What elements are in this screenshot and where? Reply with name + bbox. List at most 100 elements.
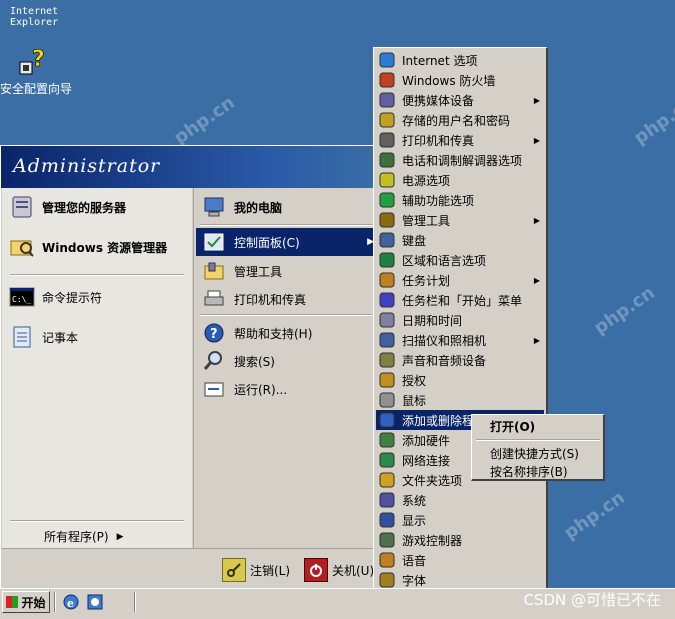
start-button[interactable]: 开始 (2, 591, 50, 613)
control-panel-entry-label: 鼠标 (402, 393, 427, 408)
add-remove-icon (378, 412, 396, 428)
context-open[interactable]: 打开(O) (490, 418, 535, 435)
display-icon (378, 512, 396, 528)
key-icon (222, 558, 246, 582)
control-panel-entry[interactable]: 打印机和传真 ▶ (376, 130, 544, 150)
control-panel-entry-label: 语音 (402, 553, 427, 568)
mouse-icon (378, 392, 396, 408)
logoff-button[interactable]: 注销(L) (222, 558, 290, 582)
taskbar-divider (54, 592, 56, 612)
control-panel-entry[interactable]: 管理工具 ▶ (376, 210, 544, 230)
control-panel-entry[interactable]: 键盘 (376, 230, 544, 250)
windows-logo-icon (6, 596, 19, 608)
control-panel-entry[interactable]: 语音 (376, 550, 544, 570)
control-panel-entry-label: 显示 (402, 513, 427, 528)
control-panel-entry[interactable]: 字体 (376, 570, 544, 590)
control-panel-entry-label: 添加或删除程 (402, 413, 475, 428)
taskbar-divider (134, 592, 136, 612)
admin-tools-icon (378, 212, 396, 228)
printers-item[interactable]: 打印机和传真 (200, 286, 306, 312)
all-programs-item[interactable]: 所有程序(P) ▶ (44, 528, 124, 545)
control-panel-entry[interactable]: 声音和音频设备 (376, 350, 544, 370)
explorer-quicklaunch-icon[interactable] (86, 593, 104, 611)
accessibility-icon (378, 192, 396, 208)
notepad-item[interactable]: 记事本 (8, 324, 78, 350)
phone-icon (378, 152, 396, 168)
submenu-arrow-icon: ▶ (533, 95, 540, 105)
explorer-icon (8, 234, 36, 260)
control-panel-entry-label: 管理工具 (402, 213, 451, 228)
security-wizard-icon[interactable]: ? (18, 47, 46, 78)
cmd-item[interactable]: C:\_ 命令提示符 (8, 284, 102, 310)
svg-text:?: ? (210, 327, 218, 342)
font-icon (378, 572, 396, 588)
control-panel-entry-label: 区域和语言选项 (402, 253, 487, 268)
watermark: php.cn (590, 282, 659, 339)
firewall-icon (378, 72, 396, 88)
control-panel-entry[interactable]: 任务计划 ▶ (376, 270, 544, 290)
control-panel-entry-label: 游戏控制器 (402, 533, 463, 548)
control-panel-item[interactable]: 控制面板(C) ▶ (196, 228, 382, 256)
control-panel-entry[interactable]: 便携媒体设备 ▶ (376, 90, 544, 110)
ie-desktop-label[interactable]: Internet Explorer (10, 6, 58, 28)
control-panel-entry[interactable]: Windows 防火墙 (376, 70, 544, 90)
gamepad-icon (378, 532, 396, 548)
control-panel-entry[interactable]: 鼠标 (376, 390, 544, 410)
arrow-right-icon: ▶ (116, 531, 124, 542)
separator (10, 274, 184, 276)
control-panel-entry[interactable]: 游戏控制器 (376, 530, 544, 550)
notepad-icon (8, 324, 36, 350)
cmd-icon: C:\_ (8, 284, 36, 310)
server-icon (8, 194, 36, 220)
control-panel-entry[interactable]: 授权 (376, 370, 544, 390)
svg-text:e: e (67, 597, 74, 610)
license-icon (378, 372, 396, 388)
start-label: 开始 (21, 595, 46, 610)
control-panel-entry[interactable]: 区域和语言选项 (376, 250, 544, 270)
computer-icon (200, 194, 228, 220)
submenu-arrow-icon: ▶ (533, 335, 540, 345)
security-wizard-label[interactable]: 安全配置向导 (0, 80, 72, 97)
control-panel-entry[interactable]: 存储的用户名和密码 (376, 110, 544, 130)
key-icon (378, 112, 396, 128)
scheduled-tasks-icon (378, 272, 396, 288)
system-icon (378, 492, 396, 508)
help-label: 帮助和支持(H) (234, 326, 313, 341)
control-panel-entry[interactable]: 任务栏和「开始」菜单 (376, 290, 544, 310)
control-panel-entry[interactable]: Internet 选项 (376, 50, 544, 70)
submenu-arrow-icon: ▶ (533, 275, 540, 285)
admin-tools-item[interactable]: 管理工具 (200, 258, 282, 284)
control-panel-entry[interactable]: 辅助功能选项 (376, 190, 544, 210)
power-icon (304, 558, 328, 582)
my-computer-item[interactable]: 我的电脑 (200, 194, 282, 220)
control-panel-entry[interactable]: 显示 (376, 510, 544, 530)
control-panel-entry[interactable]: 电话和调制解调器选项 (376, 150, 544, 170)
control-panel-entry-label: 任务栏和「开始」菜单 (402, 293, 523, 308)
context-create-shortcut[interactable]: 创建快捷方式(S) (490, 445, 579, 462)
control-panel-entry-label: 文件夹选项 (402, 473, 463, 488)
control-panel-entry[interactable]: 系统 (376, 490, 544, 510)
control-panel-entry-label: 打印机和传真 (402, 133, 475, 148)
ie-quicklaunch-icon[interactable]: e (62, 593, 80, 611)
windows-explorer-item[interactable]: Windows 资源管理器 (8, 234, 167, 260)
search-label: 搜索(S) (234, 354, 275, 369)
control-panel-entry-label: 添加硬件 (402, 433, 451, 448)
run-label: 运行(R)... (234, 382, 288, 397)
separator (476, 439, 600, 441)
help-item[interactable]: ? 帮助和支持(H) (200, 320, 312, 346)
control-panel-entry-label: 电话和调制解调器选项 (402, 153, 523, 168)
context-sort-by-name[interactable]: 按名称排序(B) (490, 463, 568, 480)
svg-text:C:\_: C:\_ (12, 295, 31, 304)
control-panel-entry[interactable]: 扫描仪和照相机 ▶ (376, 330, 544, 350)
control-panel-entry[interactable]: 电源选项 (376, 170, 544, 190)
clock-icon (378, 312, 396, 328)
control-panel-entry[interactable]: 日期和时间 (376, 310, 544, 330)
control-panel-entry-label: 网络连接 (402, 453, 451, 468)
notepad-label: 记事本 (42, 330, 79, 345)
run-item[interactable]: 运行(R)... (200, 376, 287, 402)
help-icon: ? (200, 320, 228, 346)
shutdown-button[interactable]: 关机(U) (304, 558, 374, 582)
search-item[interactable]: 搜索(S) (200, 348, 275, 374)
speech-icon (378, 552, 396, 568)
manage-server-item[interactable]: 管理您的服务器 (8, 194, 126, 220)
